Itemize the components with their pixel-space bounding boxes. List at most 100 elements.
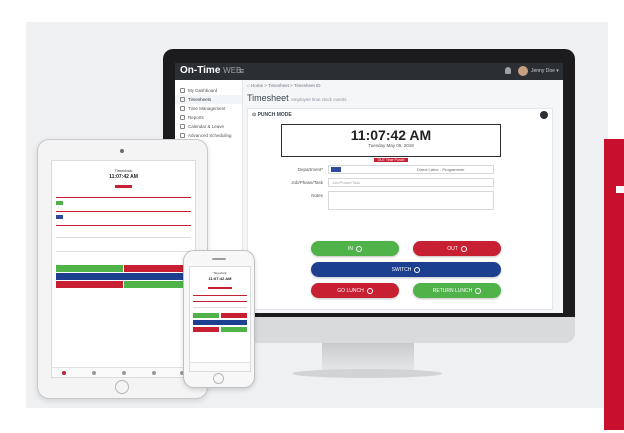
page-title-text: Timesheet [247,93,289,103]
phone-out-button[interactable] [221,313,247,318]
tablet-out-button[interactable] [124,265,191,272]
app-logo[interactable]: On-Time WEB [180,65,241,76]
notes-label: Notes [311,193,323,198]
job-label: Job/Phase/Task [291,180,323,185]
brand-red-block [604,139,624,430]
phone-go-lunch-button[interactable] [193,327,219,332]
tablet-chip [56,201,63,205]
job-select[interactable]: Job/Phase/Task [328,178,494,187]
sidebar-item-reports[interactable]: Reports [175,113,242,122]
sidebar-item-label: Time Management [188,106,226,111]
phone-device: Timeclock 11:07:42 AM [183,250,255,388]
tablet-divider [56,237,191,238]
logo-text: On-Time [180,65,221,76]
phone-speaker [212,258,226,260]
phone-in-button[interactable] [193,313,219,318]
phone-tab-bar [190,362,250,371]
phone-divider [193,307,247,308]
sidebar-item-label: Advanced Scheduling [188,133,232,138]
breadcrumb[interactable]: ⌂ Home > Timesheet > Timesheet ID [247,83,321,88]
tablet-tab-bar [52,367,195,377]
tab-icon[interactable] [122,371,126,375]
product-photo: On-Time WEB ≡ Jenny Doe ▾ My Dashboard T… [0,0,624,433]
main-content: ⌂ Home > Timesheet > Timesheet ID Timesh… [243,80,563,313]
tablet-chip [56,215,63,219]
sidebar-item-timesheets[interactable]: Timesheets [175,95,242,104]
department-row: Department* Direct Labor - Programmer [288,165,498,174]
arrow-right-icon [414,266,421,273]
sidebar-item-time-management[interactable]: Time Management [175,104,242,113]
phone-return-lunch-button[interactable] [221,327,247,332]
phone-divider [193,301,247,302]
notes-field[interactable] [328,191,494,210]
dashboard-icon [180,88,185,93]
info-icon[interactable] [540,111,548,119]
sidebar-item-calendar[interactable]: Calendar & Leave [175,122,242,131]
sidebar-item-label: Timesheets [188,97,212,102]
department-value: Direct Labor - Programmer [417,167,465,172]
sidebar-item-label: Calendar & Leave [188,124,225,129]
tablet-go-lunch-button[interactable] [56,281,123,288]
phone-home-button [213,373,224,384]
tablet-divider [56,197,191,198]
phone-clock: 11:07:42 AM [208,276,232,281]
tablet-switch-button[interactable] [56,273,191,280]
switch-label: SWITCH [391,266,412,273]
switch-button[interactable]: SWITCH [311,262,501,277]
clock-display: 11:07:42 AM Tuesday May 06, 2018 OUT Tim… [281,124,501,162]
out-label: OUT [447,245,458,252]
tablet-return-lunch-button[interactable] [124,281,191,288]
menu-toggle-icon[interactable]: ≡ [239,66,244,76]
phone-status-badge [208,287,232,289]
tab-icon[interactable] [152,371,156,375]
tab-icon[interactable] [92,371,96,375]
sidebar-item-label: My Dashboard [188,88,218,93]
clock-time: 11:07:42 AM [350,127,432,143]
tablet-divider [56,211,191,212]
phone-screen: Timeclock 11:07:42 AM [189,266,251,372]
schedule-icon [180,133,185,138]
in-label: IN [348,245,353,252]
user-menu[interactable]: Jenny Doe ▾ [531,68,559,74]
phone-switch-button[interactable] [193,320,247,325]
page-subtitle: employee time clock events [291,97,347,102]
tablet-divider [56,225,191,226]
return-lunch-button[interactable]: RETURN LUNCH [413,283,501,298]
clock-date: Tuesday May 06, 2018 [368,143,414,148]
punch-panel: ⊙ PUNCH MODE 11:07:42 AM Tuesday May 06,… [247,108,553,310]
bell-icon[interactable] [505,67,511,74]
in-button[interactable]: IN [311,241,399,256]
clock-icon [180,97,185,102]
calendar-icon [180,124,185,129]
app-topbar: On-Time WEB ≡ Jenny Doe ▾ [175,63,563,80]
department-tag [331,167,341,172]
tablet-title: Timeclock [114,168,133,173]
go-lunch-label: GO LUNCH [337,287,364,294]
sidebar-item-dashboard[interactable]: My Dashboard [175,86,242,95]
job-row: Job/Phase/Task Job/Phase/Task [288,178,498,187]
arrow-up-icon [366,287,373,294]
arrow-down-icon [475,287,482,294]
notes-row: Notes [288,191,498,210]
tablet-status-badge [115,185,132,188]
panel-title: ⊙ PUNCH MODE [252,112,292,118]
avatar[interactable] [518,66,528,76]
phone-divider [193,295,247,296]
tablet-in-button[interactable] [56,265,123,272]
chart-icon [180,115,185,120]
brand-white-bar [616,186,624,193]
job-placeholder: Job/Phase/Task [332,180,361,185]
tablet-camera [120,149,124,153]
tablet-screen: Timeclock 11:07:42 AM [51,160,196,378]
department-select[interactable]: Direct Labor - Programmer [328,165,494,174]
tablet-clock: 11:07:42 AM [109,174,138,180]
tab-icon[interactable] [62,371,66,375]
calendar-icon [180,106,185,111]
tablet-home-button [115,380,129,394]
go-lunch-button[interactable]: GO LUNCH [311,283,399,298]
department-label: Department* [297,167,323,172]
status-badge: OUT Time Punch [373,158,409,162]
sidebar-item-label: Reports [188,115,204,120]
arrow-up-icon [460,245,467,252]
out-button[interactable]: OUT [413,241,501,256]
